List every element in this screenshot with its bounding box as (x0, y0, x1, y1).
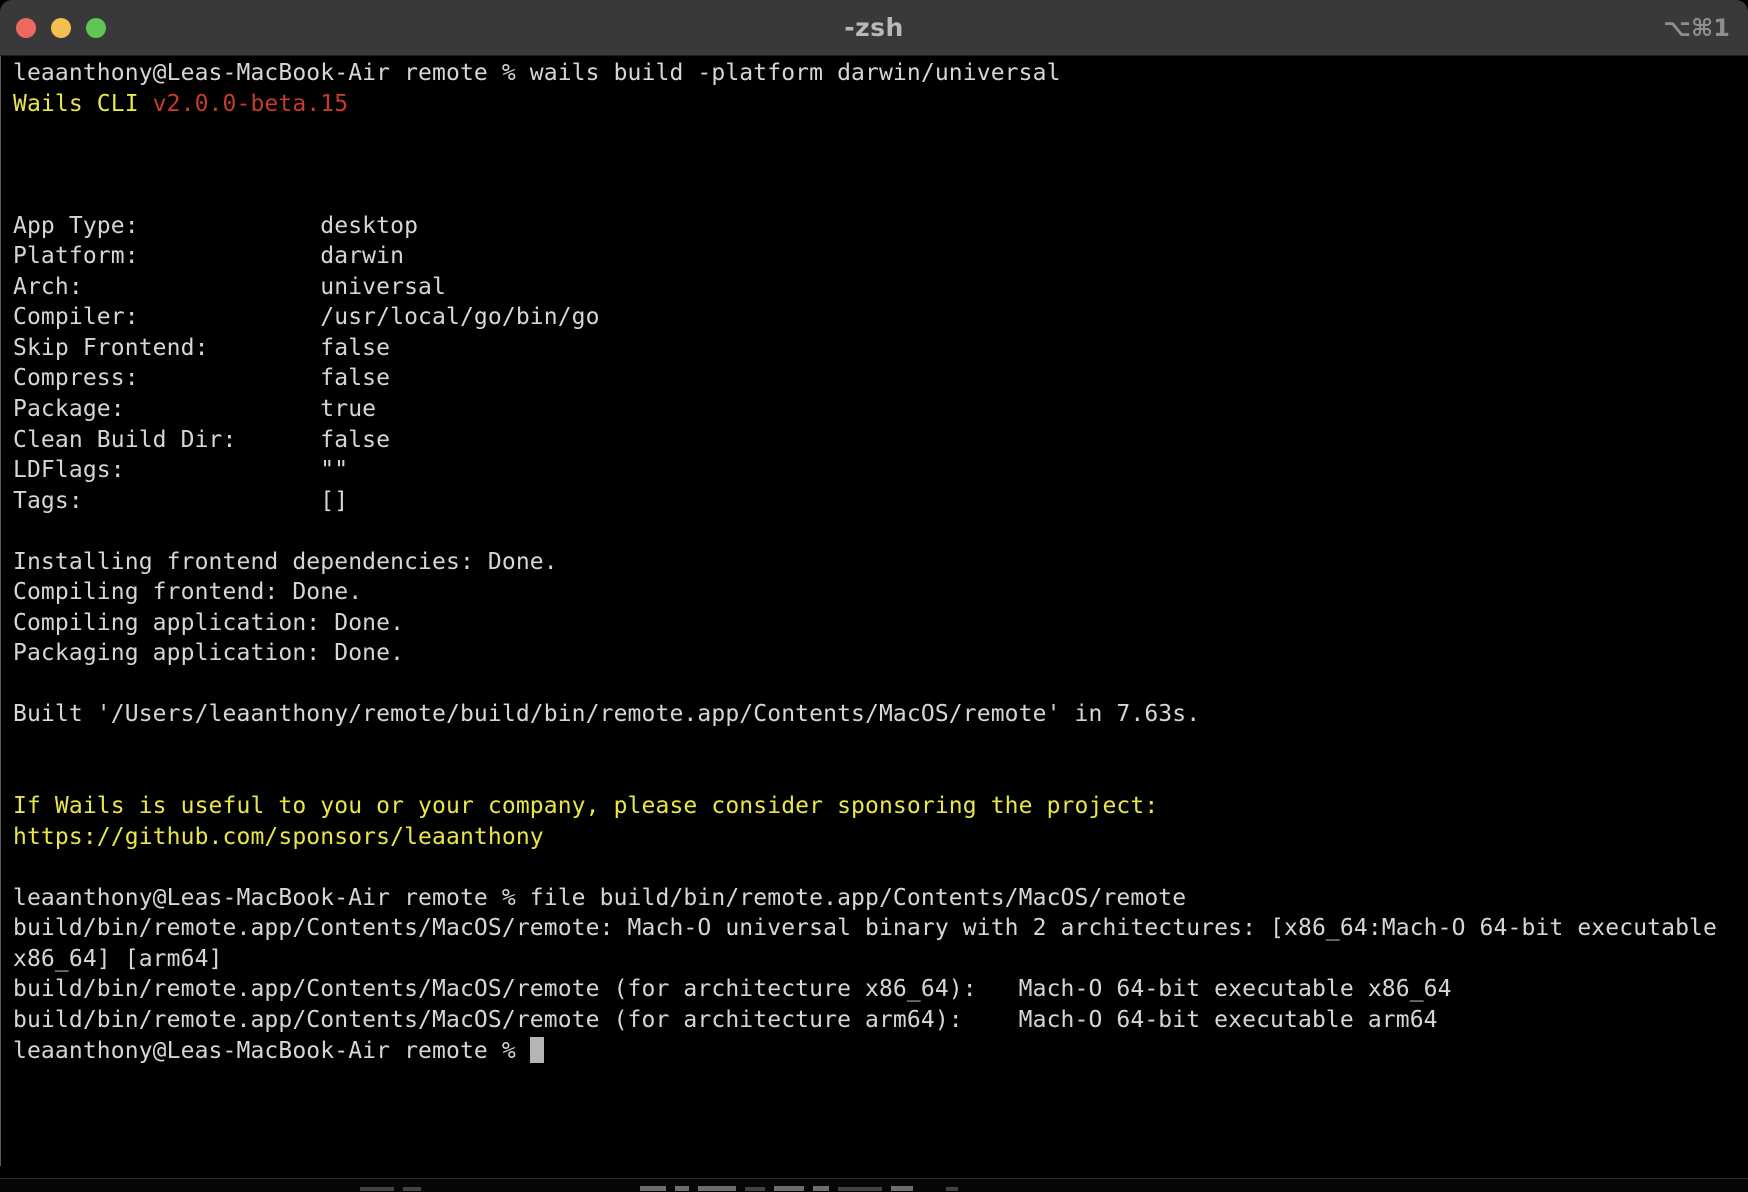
background-window-sliver (0, 1178, 1748, 1192)
window-shortcut-badge: ⌥⌘1 (1663, 0, 1730, 56)
terminal-line (13, 761, 1738, 792)
terminal-text: Compiling application: Done. (13, 610, 404, 636)
terminal-line: Clean Build Dir: false (13, 425, 1738, 456)
terminal-text: If Wails is useful to you or your compan… (13, 793, 1158, 819)
terminal-text: Arch: universal (13, 274, 446, 300)
terminal-line (13, 150, 1738, 181)
terminal-line: Compiling application: Done. (13, 608, 1738, 639)
terminal-line: leaanthony@Leas-MacBook-Air remote % fil… (13, 883, 1738, 914)
terminal-line: Wails CLI v2.0.0-beta.15 (13, 89, 1738, 120)
terminal-line: Compiler: /usr/local/go/bin/go (13, 302, 1738, 333)
terminal-line: Platform: darwin (13, 241, 1738, 272)
minimize-button[interactable] (51, 18, 71, 38)
terminal-screen[interactable]: leaanthony@Leas-MacBook-Air remote % wai… (0, 56, 1748, 1166)
terminal-line: LDFlags: "" (13, 455, 1738, 486)
terminal-line: build/bin/remote.app/Contents/MacOS/remo… (13, 913, 1738, 944)
terminal-text: https://github.com/sponsors/leaanthony (13, 824, 544, 850)
terminal-line (13, 669, 1738, 700)
terminal-line: build/bin/remote.app/Contents/MacOS/remo… (13, 974, 1738, 1005)
terminal-line: Installing frontend dependencies: Done. (13, 547, 1738, 578)
terminal-line: Tags: [] (13, 486, 1738, 517)
desktop: -zsh ⌥⌘1 leaanthony@Leas-MacBook-Air rem… (0, 0, 1748, 1192)
terminal-text: App Type: desktop (13, 213, 418, 239)
terminal-line (13, 516, 1738, 547)
terminal-text: Built '/Users/leaanthony/remote/build/bi… (13, 701, 1200, 727)
close-button[interactable] (16, 18, 36, 38)
terminal-line: Compiling frontend: Done. (13, 577, 1738, 608)
terminal-text: Compress: false (13, 365, 390, 391)
terminal-line (13, 730, 1738, 761)
terminal-line: build/bin/remote.app/Contents/MacOS/remo… (13, 1005, 1738, 1036)
terminal-line: Arch: universal (13, 272, 1738, 303)
terminal-text: Clean Build Dir: false (13, 427, 390, 453)
terminal-text: x86_64] [arm64] (13, 946, 223, 972)
terminal-text: v2.0.0-beta.15 (153, 91, 349, 117)
terminal-text: build/bin/remote.app/Contents/MacOS/remo… (13, 1007, 1438, 1033)
terminal-line (13, 852, 1738, 883)
terminal-line (13, 119, 1738, 150)
terminal-line: leaanthony@Leas-MacBook-Air remote % wai… (13, 58, 1738, 89)
terminal-line: Compress: false (13, 363, 1738, 394)
terminal-window: -zsh ⌥⌘1 leaanthony@Leas-MacBook-Air rem… (0, 0, 1748, 1180)
terminal-text: build/bin/remote.app/Contents/MacOS/remo… (13, 915, 1717, 941)
terminal-line: https://github.com/sponsors/leaanthony (13, 822, 1738, 853)
terminal-text: LDFlags: "" (13, 457, 348, 483)
terminal-text: Installing frontend dependencies: Done. (13, 549, 558, 575)
terminal-line: Packaging application: Done. (13, 638, 1738, 669)
terminal-line: App Type: desktop (13, 211, 1738, 242)
terminal-text: Skip Frontend: false (13, 335, 390, 361)
text-cursor (530, 1037, 544, 1063)
window-title: -zsh (0, 13, 1748, 42)
terminal-line: If Wails is useful to you or your compan… (13, 791, 1738, 822)
titlebar[interactable]: -zsh ⌥⌘1 (0, 0, 1748, 56)
terminal-line: x86_64] [arm64] (13, 944, 1738, 975)
terminal-line (13, 180, 1738, 211)
terminal-line: leaanthony@Leas-MacBook-Air remote % (13, 1036, 1738, 1067)
terminal-text: Package: true (13, 396, 376, 422)
terminal-text: Platform: darwin (13, 243, 404, 269)
terminal-text: Compiler: /usr/local/go/bin/go (13, 304, 600, 330)
terminal-line: Package: true (13, 394, 1738, 425)
terminal-text: Compiling frontend: Done. (13, 579, 362, 605)
terminal-text: Wails CLI (13, 91, 153, 117)
terminal-text: Packaging application: Done. (13, 640, 404, 666)
traffic-lights (16, 0, 106, 56)
terminal-text: Tags: [] (13, 488, 348, 514)
zoom-button[interactable] (86, 18, 106, 38)
terminal-text: leaanthony@Leas-MacBook-Air remote % (13, 1038, 530, 1064)
terminal-line: Skip Frontend: false (13, 333, 1738, 364)
terminal-line: Built '/Users/leaanthony/remote/build/bi… (13, 699, 1738, 730)
terminal-text: build/bin/remote.app/Contents/MacOS/remo… (13, 976, 1452, 1002)
background-window-fragment (360, 1184, 958, 1191)
terminal-text: leaanthony@Leas-MacBook-Air remote % wai… (13, 60, 1061, 86)
terminal-text: leaanthony@Leas-MacBook-Air remote % fil… (13, 885, 1186, 911)
